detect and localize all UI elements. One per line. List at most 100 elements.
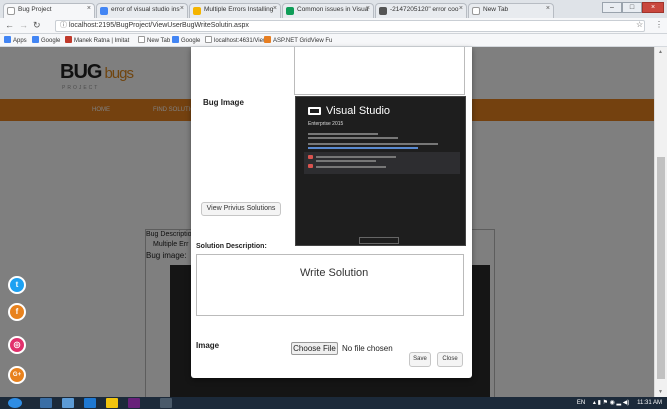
site-icon [286, 7, 294, 15]
google-icon [172, 36, 179, 43]
scroll-down-icon[interactable]: ▼ [658, 389, 663, 395]
browser-tab-strip: Bug Project × error of visual studio ins… [0, 0, 667, 18]
close-tab-icon[interactable]: × [546, 5, 550, 12]
no-file-chosen-text: No file chosen [342, 344, 393, 353]
language-indicator[interactable]: EN [577, 400, 585, 406]
tab-error-visual-studio[interactable]: error of visual studio ins × [96, 3, 188, 18]
bookmark-apps[interactable]: Apps [4, 36, 27, 44]
start-button[interactable] [8, 398, 22, 408]
facebook-icon[interactable]: f [8, 303, 26, 321]
vs-text-line [316, 166, 386, 168]
google-plus-icon[interactable]: G+ [8, 366, 26, 384]
solution-description-label: Solution Description: [196, 243, 267, 250]
maximize-button[interactable]: □ [622, 2, 642, 13]
visual-studio-logo: Visual Studio [308, 105, 390, 117]
bookmark-aspnet[interactable]: ASP.NET GridView Fu [264, 36, 332, 44]
reload-icon[interactable]: ↻ [33, 20, 41, 31]
site-icon [65, 36, 72, 43]
solution-description-textarea[interactable] [196, 254, 464, 316]
address-bar-row: ← → ↻ ⓘ localhost:2195/BugProject/ViewUs… [0, 18, 667, 34]
bug-description-textarea[interactable] [294, 47, 465, 95]
app-icon[interactable] [160, 398, 172, 408]
url-text: localhost:2195/BugProject/ViewUserBugWri… [68, 22, 249, 29]
vs-text-line [308, 133, 378, 135]
site-icon [193, 7, 201, 15]
apps-icon [4, 36, 11, 43]
url-input[interactable]: ⓘ localhost:2195/BugProject/ViewUserBugW… [55, 20, 645, 32]
close-tab-icon[interactable]: × [366, 5, 370, 12]
clock[interactable]: 11:31 AM [637, 400, 662, 406]
vs-edition: Enterprise 2015 [308, 121, 344, 127]
close-tab-icon[interactable]: × [180, 5, 184, 12]
image-label: Image [196, 341, 220, 350]
folder-icon[interactable] [106, 398, 118, 408]
bookmark-label: Manek Ratna | Imitat [74, 38, 130, 44]
close-tab-icon[interactable]: × [273, 5, 277, 12]
vs-text-line [308, 137, 398, 139]
vs-text-line [316, 160, 376, 162]
vs-link-line [308, 147, 418, 149]
bug-image-label: Bug Image [203, 98, 244, 107]
scroll-up-icon[interactable]: ▲ [658, 49, 663, 55]
google-icon [32, 36, 39, 43]
choose-file-button[interactable]: Choose File [291, 342, 338, 355]
explorer-icon[interactable] [40, 398, 52, 408]
bug-screenshot-image: Visual Studio Enterprise 2015 [295, 96, 466, 246]
close-button[interactable]: Close [437, 352, 463, 367]
bookmark-label: New Tab [147, 38, 171, 44]
bookmark-label: Google [41, 38, 61, 44]
ie-icon[interactable] [84, 398, 96, 408]
bookmark-label: Apps [13, 38, 27, 44]
bookmark-google[interactable]: Google [32, 36, 60, 44]
page-icon [138, 36, 145, 43]
visual-studio-taskbar-icon[interactable] [128, 398, 140, 408]
vs-error-panel [304, 152, 460, 174]
visual-studio-icon [308, 107, 321, 115]
bookmark-star-icon[interactable]: ☆ [636, 20, 643, 29]
tab-new-tab[interactable]: New Tab × [468, 3, 554, 18]
bookmark-label: Google [181, 38, 201, 44]
site-icon [264, 36, 271, 43]
back-icon[interactable]: ← [5, 20, 14, 30]
error-icon [308, 164, 313, 168]
tray-icons[interactable]: ▴ ▮ ⚑ ◉ ▂ ◀) [593, 400, 630, 406]
tab-title: error of visual studio ins [111, 6, 180, 13]
bookmark-label: ASP.NET GridView Fu [273, 38, 333, 44]
windows-taskbar: EN ▴ ▮ ⚑ ◉ ▂ ◀) 11:31 AM [0, 397, 667, 409]
bookmark-manek-ratna[interactable]: Manek Ratna | Imitat [65, 36, 129, 44]
bookmark-new-tab[interactable]: New Tab [138, 36, 170, 44]
system-tray: EN ▴ ▮ ⚑ ◉ ▂ ◀) 11:31 AM [577, 399, 662, 406]
write-solution-modal: Bug Image Visual Studio Enterprise 2015 … [191, 47, 472, 378]
scrollbar-thumb[interactable] [657, 157, 665, 379]
save-button[interactable]: Save [409, 352, 431, 367]
vs-dialog-button [359, 237, 399, 244]
tab-error-code[interactable]: -2147205120" error coo × [375, 3, 467, 18]
close-tab-icon[interactable]: × [87, 5, 91, 12]
tab-title: -2147205120" error coo [390, 6, 459, 13]
bookmark-label: localhost:4631/View/ [214, 38, 269, 44]
vs-text-line [308, 143, 438, 145]
google-icon [100, 7, 108, 15]
site-icon [379, 7, 387, 15]
page-icon [205, 36, 212, 43]
page-scrollbar[interactable]: ▲ ▼ [654, 47, 667, 397]
view-previous-solutions-button[interactable]: View Privius Solutions [201, 202, 281, 216]
forward-icon[interactable]: → [19, 20, 28, 30]
page-icon [472, 7, 480, 15]
bookmarks-bar: Apps Google Manek Ratna | Imitat New Tab… [0, 34, 667, 47]
media-icon[interactable] [62, 398, 74, 408]
tab-title: Common issues in Visua [297, 6, 369, 13]
twitter-icon[interactable]: t [8, 276, 26, 294]
error-icon [308, 155, 313, 159]
menu-icon[interactable]: ⋮ [655, 20, 663, 29]
tab-multiple-errors[interactable]: Multiple Errors Installing × [189, 3, 281, 18]
bookmark-localhost[interactable]: localhost:4631/View/ [205, 36, 269, 44]
close-tab-icon[interactable]: × [459, 5, 463, 12]
tab-bug-project[interactable]: Bug Project × [3, 3, 95, 18]
instagram-icon[interactable]: ◎ [8, 336, 26, 354]
tab-common-issues[interactable]: Common issues in Visua × [282, 3, 374, 18]
close-window-button[interactable]: × [642, 2, 664, 13]
bookmark-google-2[interactable]: Google [172, 36, 200, 44]
vs-title: Visual Studio [326, 105, 391, 117]
minimize-button[interactable]: – [602, 2, 622, 13]
